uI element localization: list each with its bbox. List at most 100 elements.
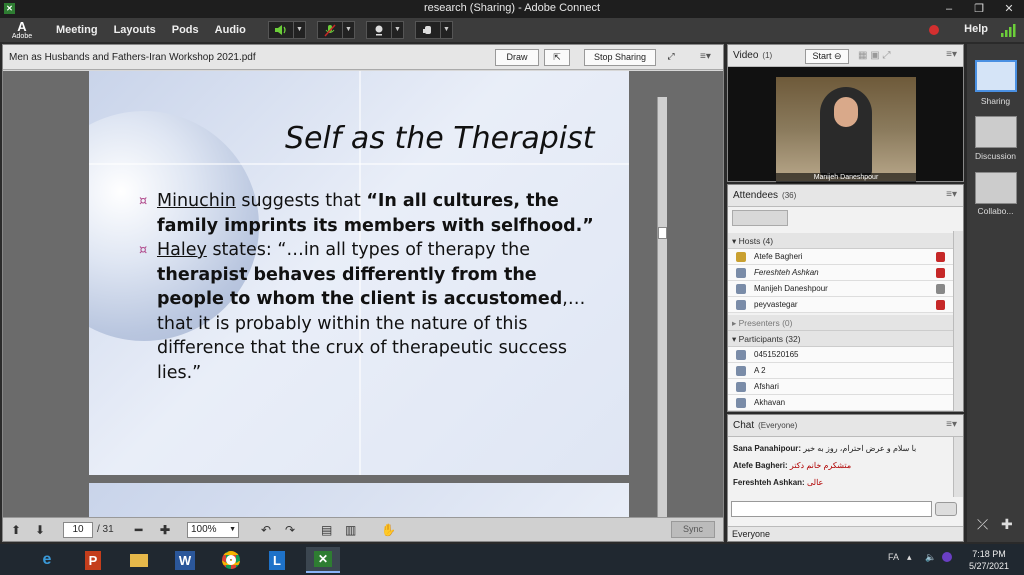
- window-title-bar: ✕ research (Sharing) - Adobe Connect – ❐…: [0, 0, 1024, 18]
- add-layout-icon[interactable]: ✚: [1001, 516, 1013, 533]
- layout-sharing-label[interactable]: Sharing: [967, 96, 1024, 106]
- layout-collaboration-label[interactable]: Collabo...: [967, 206, 1024, 216]
- video-count: (1): [762, 51, 773, 60]
- share-pod: Men as Husbands and Fathers-Iran Worksho…: [2, 44, 724, 542]
- attendee-row[interactable]: 0451520165: [728, 347, 953, 363]
- zoom-out-icon[interactable]: ━: [135, 523, 142, 537]
- presenters-group-header[interactable]: ▸ Presenters (0): [728, 315, 953, 331]
- attendee-row[interactable]: Atefe Bagheri: [728, 249, 953, 265]
- attendee-row[interactable]: A 2: [728, 363, 953, 379]
- pod-options-menu[interactable]: ≡▾: [946, 419, 957, 430]
- page-total: / 31: [97, 524, 114, 535]
- participants-group-header[interactable]: ▾ Participants (32): [728, 331, 953, 347]
- chat-scrollbar[interactable]: [953, 437, 963, 497]
- next-page-icon[interactable]: ⬇: [35, 523, 45, 537]
- layout-collaboration-thumbnail[interactable]: [975, 172, 1017, 204]
- microphone-control[interactable]: ▼: [317, 21, 355, 39]
- lync-icon[interactable]: L: [260, 547, 294, 573]
- attendee-name: A 2: [754, 366, 766, 375]
- layout-discussion-thumbnail[interactable]: [975, 116, 1017, 148]
- menu-layouts[interactable]: Layouts: [114, 24, 156, 36]
- participant-user-icon: [736, 350, 746, 360]
- hosts-group-header[interactable]: ▾ Hosts (4): [728, 233, 953, 249]
- start-webcam-button[interactable]: Start ⊖: [805, 49, 849, 64]
- chevron-down-icon[interactable]: ▼: [440, 22, 452, 38]
- attendee-row[interactable]: Akhavan: [728, 395, 953, 411]
- scroll-thumb[interactable]: [658, 227, 667, 239]
- close-button[interactable]: ✕: [994, 0, 1024, 18]
- pod-options-menu[interactable]: ≡▾: [946, 49, 957, 60]
- adobe-logo: A Adobe: [6, 20, 38, 40]
- page-number-input[interactable]: 10: [63, 522, 93, 538]
- raise-hand-icon: [416, 22, 440, 38]
- hand-tool-icon[interactable]: ✋: [381, 523, 396, 537]
- menu-pods[interactable]: Pods: [172, 24, 199, 36]
- tray-expand-icon[interactable]: ▴: [907, 552, 912, 563]
- webcam-video-feed: [776, 77, 916, 181]
- document-list-icon[interactable]: ▥: [345, 523, 356, 537]
- powerpoint-icon[interactable]: P: [76, 547, 110, 573]
- attendee-name: Fereshteh Ashkan: [754, 268, 819, 277]
- attendees-scrollbar[interactable]: [953, 231, 963, 411]
- camera-control[interactable]: ▼: [366, 21, 404, 39]
- sync-button[interactable]: Sync: [671, 521, 715, 538]
- maximize-button[interactable]: ❐: [964, 0, 994, 18]
- attendee-row[interactable]: peyvastegar: [728, 297, 953, 313]
- adobe-connect-taskbar-icon[interactable]: ✕: [306, 547, 340, 573]
- layout-sharing-thumbnail[interactable]: [975, 60, 1017, 92]
- collapse-layouts-icon[interactable]: ⤫: [977, 516, 988, 533]
- minimize-button[interactable]: –: [934, 0, 964, 18]
- raise-hand-control[interactable]: ▼: [415, 21, 453, 39]
- mic-active-icon: [936, 284, 945, 294]
- language-indicator[interactable]: FA: [888, 552, 899, 562]
- menu-meeting[interactable]: Meeting: [56, 24, 98, 36]
- rotate-right-icon[interactable]: ↷: [285, 523, 295, 537]
- pod-options-menu[interactable]: ≡▾: [946, 189, 957, 200]
- attendee-row[interactable]: Manijeh Daneshpour: [728, 281, 953, 297]
- previous-page-icon[interactable]: ⬆: [11, 523, 21, 537]
- attendee-name: Afshari: [754, 382, 779, 391]
- chevron-down-icon[interactable]: ▼: [293, 22, 305, 38]
- video-pod: Video (1) Start ⊖ ▦ ▣ ⤢ ≡▾ Manijeh Danesh…: [727, 44, 964, 183]
- layouts-panel: Sharing Discussion Collabo... ⤫ ✚: [967, 44, 1024, 542]
- pod-options-menu[interactable]: ≡▾: [700, 51, 711, 62]
- help-menu[interactable]: Help: [964, 23, 988, 35]
- chevron-down-icon[interactable]: ▼: [342, 22, 354, 38]
- video-pod-header: Video (1) Start ⊖ ▦ ▣ ⤢ ≡▾: [728, 45, 963, 67]
- stop-sharing-button[interactable]: Stop Sharing: [584, 49, 656, 66]
- document-scrollbar[interactable]: [657, 97, 667, 519]
- internet-explorer-icon[interactable]: e: [30, 547, 64, 573]
- bullet-quote: therapist behaves differently from the p…: [157, 264, 563, 310]
- attendee-row[interactable]: Fereshteh Ashkan: [728, 265, 953, 281]
- mic-muted-icon: [936, 268, 945, 278]
- bullet-author: Haley: [157, 240, 207, 260]
- notification-app-icon[interactable]: [942, 552, 952, 562]
- volume-icon[interactable]: 🔈: [925, 552, 936, 563]
- rotate-left-icon[interactable]: ↶: [261, 523, 271, 537]
- draw-button[interactable]: Draw: [495, 49, 539, 66]
- recording-indicator-icon[interactable]: [929, 25, 939, 35]
- document-icon[interactable]: ▤: [321, 523, 332, 537]
- chat-text: عالی: [806, 478, 824, 487]
- zoom-select[interactable]: 100% ▼: [187, 522, 239, 538]
- chrome-icon[interactable]: [214, 547, 248, 573]
- system-clock[interactable]: 7:18 PM 5/27/2021: [964, 548, 1014, 572]
- zoom-in-icon[interactable]: ✚: [160, 523, 170, 537]
- fullscreen-icon[interactable]: ⤢: [662, 49, 680, 66]
- share-pod-header: Men as Husbands and Fathers-Iran Worksho…: [3, 45, 723, 70]
- attendee-row[interactable]: Afshari: [728, 379, 953, 395]
- word-icon[interactable]: W: [168, 547, 202, 573]
- speaker-control[interactable]: ▼: [268, 21, 306, 39]
- layout-discussion-label[interactable]: Discussion: [967, 151, 1024, 161]
- send-message-button[interactable]: [935, 502, 957, 516]
- chat-recipient-select[interactable]: Everyone: [728, 526, 963, 541]
- chevron-down-icon[interactable]: ▼: [391, 22, 403, 38]
- chat-sender: Atefe Bagheri:: [733, 461, 788, 470]
- menu-audio[interactable]: Audio: [215, 24, 246, 36]
- file-explorer-icon[interactable]: [122, 547, 156, 573]
- attendee-view-toggle[interactable]: [732, 210, 788, 226]
- chat-message-input[interactable]: [731, 501, 932, 517]
- video-layout-icon[interactable]: ▦ ▣ ⤢: [858, 50, 890, 61]
- pointer-button[interactable]: ⇱: [544, 49, 570, 66]
- window-title: research (Sharing) - Adobe Connect: [423, 2, 601, 14]
